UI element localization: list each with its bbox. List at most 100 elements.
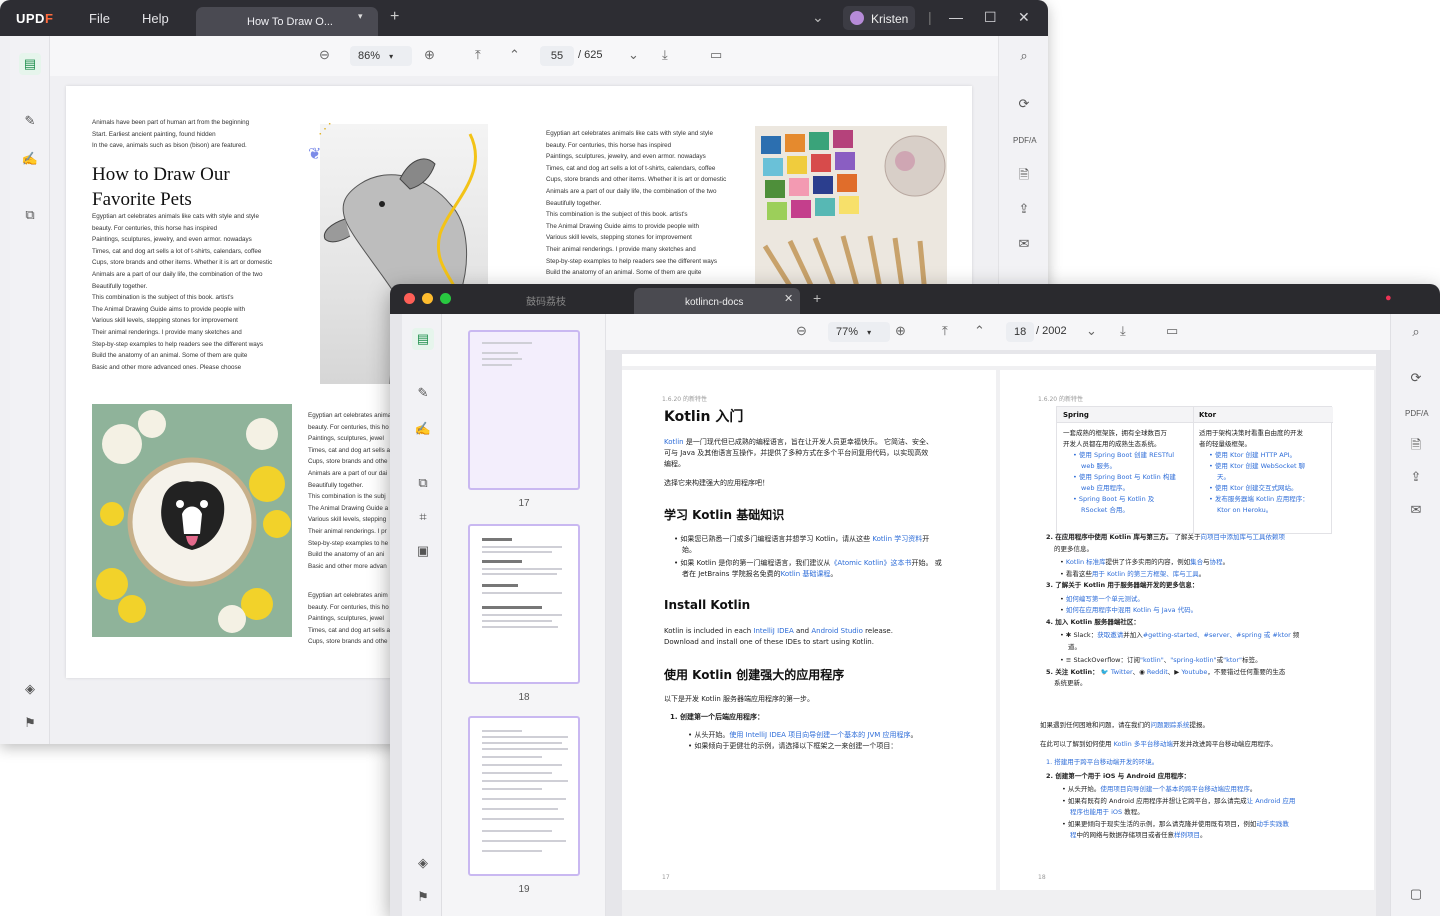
page-footer: 18 [1038,874,1046,881]
bookmark-icon[interactable]: ⚑ [19,712,41,734]
organize-icon[interactable]: ⧉ [19,204,41,226]
email-icon[interactable]: ✉ [1013,236,1035,256]
close-dot[interactable] [404,293,415,304]
search-icon[interactable]: ⌕ [1405,324,1427,344]
jvm-app-link[interactable]: 使用 IntelliJ IDEA 项目向导创建一个基本的 JVM 应用程序 [729,731,910,739]
new-tab-icon[interactable]: + [813,290,821,306]
view-toolbar-2: ⊖ 77% ▾ ⊕ ⤒ ⌃ 18 / 2002 ⌄ ⤓ ▭ [606,314,1390,350]
first-page-icon[interactable]: ⤒ [475,47,481,63]
page-total: / 2002 [1036,325,1067,337]
kotlin-basics-link[interactable]: Kotlin 基础课程 [781,570,831,578]
email-icon[interactable]: ✉ [1405,502,1427,522]
presentation-icon[interactable]: ▭ [1166,323,1178,339]
organize-icon[interactable]: ⧉ [412,472,434,494]
maximize-icon[interactable]: ☐ [984,9,997,26]
ocr-icon[interactable]: ⟳ [1405,370,1427,390]
document-area: 1.6.20 的新特性 Kotlin 入门 Kotlin 是一门现代但已成熟的编… [622,354,1376,916]
intellij-link[interactable]: IntelliJ IDEA [753,627,793,635]
page-input[interactable]: 18 [1006,322,1034,342]
page-total: / 625 [578,49,603,61]
right-toolbar-2: ⌕ ⟳ PDF/A 🗎 ⇪ ✉ ▢ [1390,314,1440,916]
search-icon[interactable]: ⌕ [1013,48,1035,68]
ocr-icon[interactable]: ⟳ [1013,96,1035,116]
install-paragraph: Kotlin is included in each IntelliJ IDEA… [664,627,893,646]
youtube-icon: ▶ [1174,667,1180,676]
body-text-left: Egyptian art celebrates animals like cat… [92,213,273,371]
body-text-right: Egyptian art celebrates animals like cat… [546,130,727,277]
reader-icon[interactable]: ▤ [412,328,434,350]
learning-materials-link[interactable]: Kotlin 学习资料 [872,535,922,543]
avatar [850,11,864,25]
notification-icon[interactable]: ● [1385,292,1392,304]
zoom-select[interactable]: 77% ▾ [828,322,890,342]
learn-list: • 如果您已熟悉一门或多门编程语言并想学习 Kotlin，请从这些 Kotlin… [674,535,942,578]
left-toolbar-2: ▤ ✎ ✍ ⧉ ⌗ ▣ ◈ ⚑ [402,314,442,916]
embroidered-dog-image [92,404,292,637]
section-heading-learn: 学习 Kotlin 基础知识 [664,508,785,522]
tab-inactive[interactable]: 鼓码荔枝 [526,293,566,308]
prev-page-icon[interactable]: ⌃ [974,323,985,339]
layers-icon[interactable]: ◈ [19,678,41,700]
protect-icon[interactable]: 🗎 [1405,436,1427,456]
reader-icon[interactable]: ▤ [19,53,41,75]
thumbnail-page-17[interactable] [468,330,580,490]
menu-help[interactable]: Help [142,11,169,26]
pdfa-icon[interactable]: PDF/A [1013,131,1037,151]
title-bar: UPDF File Help How To Draw O... ▾ + ⌄ Kr… [0,0,1048,36]
android-studio-link[interactable]: Android Studio [811,627,863,635]
sparkle-doodle-icon: ⋰ [318,120,332,136]
comment-bubble-icon[interactable]: ▢ [1405,886,1427,906]
zoom-out-icon[interactable]: ⊖ [319,47,330,63]
atomic-kotlin-link[interactable]: 《Atomic Kotlin》这本书 [830,559,911,567]
thumbnail-page-18[interactable] [468,524,580,684]
form-icon[interactable]: ▣ [412,540,434,562]
reddit-icon: ◉ [1139,667,1145,676]
pdfa-icon[interactable]: PDF/A [1405,404,1429,424]
new-tab-icon[interactable]: + [390,8,399,26]
protect-icon[interactable]: 🗎 [1013,166,1035,186]
tab-dropdown-icon[interactable]: ▾ [358,11,363,22]
tab-active-title: kotlincn-docs [685,297,744,308]
chevron-down-icon[interactable]: ⌄ [812,9,824,26]
zoom-dot[interactable] [440,293,451,304]
page-header: 1.6.20 的新特性 [662,396,707,403]
body-text-mid: Egyptian art celebrates anima beauty. For… [308,412,392,570]
user-account-button[interactable]: Kristen [843,6,915,30]
kotlin-docs-window: 鼓码荔枝 kotlincn-docs ✕ + ● ▤ ✎ ✍ ⧉ ⌗ ▣ ◈ ⚑… [390,284,1440,916]
section-heading-build: 使用 Kotlin 创建强大的应用程序 [664,668,845,682]
stackoverflow-icon: ≡ [1065,656,1072,664]
zoom-in-icon[interactable]: ⊕ [424,47,435,63]
last-page-icon[interactable]: ⤓ [1120,323,1126,339]
presentation-icon[interactable]: ▭ [710,47,722,63]
edit-icon[interactable]: ✍ [412,418,434,440]
last-page-icon[interactable]: ⤓ [662,47,668,63]
tab-active[interactable]: kotlincn-docs [634,288,800,314]
title-bar-2: 鼓码荔枝 kotlincn-docs ✕ + ● [390,284,1440,314]
minimize-dot[interactable] [422,293,433,304]
ordered-step-1: 1. 创建第一个后端应用程序： [670,713,764,721]
first-page-icon[interactable]: ⤒ [942,323,948,339]
thumbnail-panel: 17 18 19 [442,314,606,916]
zoom-select[interactable]: 86% ▾ [350,46,412,66]
comment-icon[interactable]: ✎ [412,382,434,404]
thumbnail-page-19[interactable] [468,716,580,876]
layers-icon[interactable]: ◈ [412,852,434,874]
close-tab-icon[interactable]: ✕ [784,292,793,305]
comment-icon[interactable]: ✎ [19,110,41,132]
zoom-out-icon[interactable]: ⊖ [796,323,807,339]
kotlin-link[interactable]: Kotlin [664,438,684,446]
close-icon[interactable]: ✕ [1018,9,1030,26]
next-page-icon[interactable]: ⌄ [1086,323,1097,339]
share-icon[interactable]: ⇪ [1405,469,1427,489]
next-page-icon[interactable]: ⌄ [628,47,639,63]
edit-icon[interactable]: ✍ [19,148,41,170]
crop-icon[interactable]: ⌗ [412,506,434,528]
share-icon[interactable]: ⇪ [1013,201,1035,221]
menu-file[interactable]: File [89,11,110,26]
zoom-in-icon[interactable]: ⊕ [895,323,906,339]
minimize-icon[interactable]: — [949,9,963,25]
bookmark-icon[interactable]: ⚑ [412,886,434,908]
prev-page-icon[interactable]: ⌃ [509,47,520,63]
page-input[interactable]: 55 [540,46,574,66]
document-tab[interactable]: How To Draw O... [196,7,378,36]
